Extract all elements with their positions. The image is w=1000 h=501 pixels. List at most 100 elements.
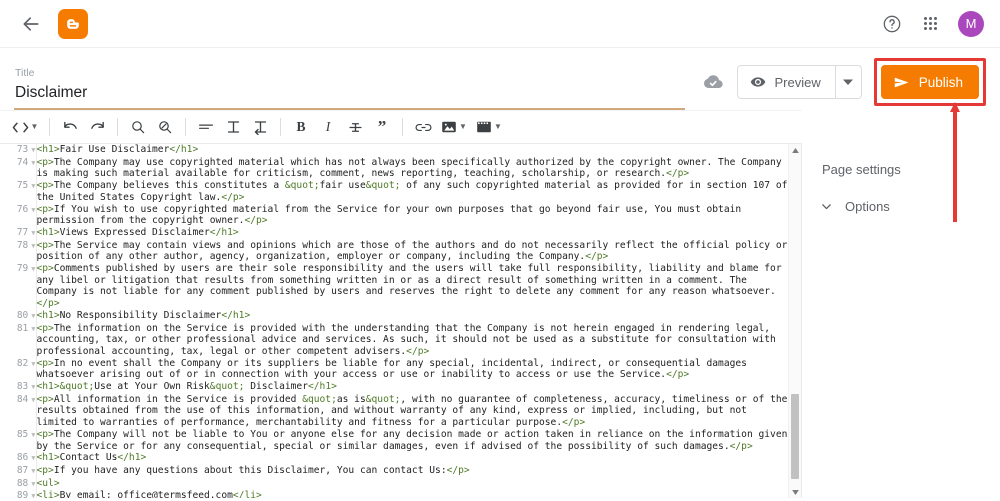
fold-toggle-icon[interactable]: ▼ xyxy=(31,229,35,237)
quote-icon: ” xyxy=(377,117,387,136)
code-line-content[interactable]: <p>All information in the Service is pro… xyxy=(36,394,789,429)
sidebar-item-options[interactable]: Options xyxy=(820,193,980,219)
line-number[interactable]: 77 ▼ xyxy=(0,226,37,240)
line-number[interactable]: 73 ▼ xyxy=(0,144,37,157)
code-line-content[interactable]: <h1>Fair Use Disclaimer</h1> xyxy=(36,144,789,157)
preview-button[interactable]: Preview xyxy=(738,66,834,98)
html-view-dropdown[interactable]: ▼ xyxy=(8,114,42,140)
code-line-content[interactable]: <p>In no event shall the Company or its … xyxy=(36,358,789,381)
fold-toggle-icon[interactable]: ▼ xyxy=(31,360,35,368)
preview-dropdown-button[interactable] xyxy=(834,66,861,98)
line-number[interactable]: 76 ▼ xyxy=(0,203,37,227)
title-row: Title Disclaimer Preview Publish xyxy=(0,48,1000,110)
fold-toggle-icon[interactable]: ▼ xyxy=(31,312,35,320)
line-number[interactable]: 74 ▼ xyxy=(0,156,37,181)
line-number[interactable]: 84 ▼ xyxy=(0,393,37,429)
code-line-content[interactable]: <p>Comments published by users are their… xyxy=(36,263,789,310)
code-scroll-area[interactable]: 73 ▼ <h1>Fair Use Disclaimer</h1> 74 ▼ <p>The… xyxy=(0,144,789,498)
chevron-down-icon xyxy=(820,200,833,213)
code-line-content[interactable]: <li>By email: office@termsfeed.com</li> xyxy=(36,490,789,498)
image-button[interactable]: ▼ xyxy=(437,114,471,140)
toolbar-divider xyxy=(117,118,118,136)
line-number[interactable]: 88 ▼ xyxy=(0,477,37,491)
code-line-content[interactable]: <h1>Views Expressed Disclaimer</h1> xyxy=(36,227,789,240)
blogger-b-icon xyxy=(67,18,79,29)
undo-button[interactable] xyxy=(57,114,83,140)
google-apps-button[interactable] xyxy=(912,6,948,42)
caret-down-icon xyxy=(843,77,854,87)
code-lines-body: 73 ▼ <h1>Fair Use Disclaimer</h1> 74 ▼ <p>The… xyxy=(0,144,789,498)
scroll-down-arrow[interactable] xyxy=(789,486,801,498)
fold-toggle-icon[interactable]: ▼ xyxy=(31,467,35,475)
fold-toggle-icon[interactable]: ▼ xyxy=(31,182,35,190)
find-replace-button[interactable] xyxy=(152,114,178,140)
fold-toggle-icon[interactable]: ▼ xyxy=(31,396,35,404)
strikethrough-button[interactable] xyxy=(342,114,368,140)
fold-toggle-icon[interactable]: ▼ xyxy=(31,492,35,498)
code-line-content[interactable]: <p>If You wish to use copyrighted materi… xyxy=(36,204,789,227)
redo-button[interactable] xyxy=(84,114,110,140)
italic-button[interactable]: I xyxy=(315,114,341,140)
indent-ltr-button[interactable] xyxy=(220,114,246,140)
title-input[interactable]: Disclaimer xyxy=(14,81,686,110)
publish-button[interactable]: Publish xyxy=(880,65,979,99)
code-line-content[interactable]: <p>The Service may contain views and opi… xyxy=(36,240,789,263)
code-line: 88 ▼ <ul> xyxy=(0,477,789,491)
code-line: 75 ▼ <p>The Company believes this constitu… xyxy=(0,180,789,204)
code-line-content[interactable]: <ul> xyxy=(36,478,789,491)
arrow-left-icon xyxy=(21,14,41,34)
fold-toggle-icon[interactable]: ▼ xyxy=(31,480,35,488)
fold-toggle-icon[interactable]: ▼ xyxy=(31,383,35,391)
code-line-content[interactable]: <p>The Company will not be liable to You… xyxy=(36,429,789,452)
fold-toggle-icon[interactable]: ▼ xyxy=(31,206,35,214)
line-number[interactable]: 89 ▼ xyxy=(0,490,37,498)
blogger-logo[interactable] xyxy=(58,8,88,39)
scrollbar-track[interactable] xyxy=(789,156,801,486)
code-line-content[interactable]: <h1>&quot;Use at Your Own Risk&quot; Dis… xyxy=(36,381,789,394)
fold-toggle-icon[interactable]: ▼ xyxy=(31,159,35,167)
line-number[interactable]: 79 ▼ xyxy=(0,263,37,310)
line-number[interactable]: 85 ▼ xyxy=(0,428,37,453)
code-line: 87 ▼ <p>If you have any questions about th… xyxy=(0,464,789,478)
line-number[interactable]: 81 ▼ xyxy=(0,322,37,358)
indent-rtl-button[interactable] xyxy=(247,114,273,140)
editor-vertical-scrollbar[interactable] xyxy=(788,144,801,498)
apps-grid-icon xyxy=(923,17,937,30)
code-line-content[interactable]: <p>The information on the Service is pro… xyxy=(36,323,789,358)
scrollbar-thumb[interactable] xyxy=(791,393,799,480)
find-button[interactable] xyxy=(125,114,151,140)
code-line: 82 ▼ <p>In no event shall the Company or i… xyxy=(0,357,789,382)
avatar[interactable]: M xyxy=(958,10,984,37)
code-line-content[interactable]: <h1>No Responsibility Disclaimer</h1> xyxy=(36,310,789,323)
help-button[interactable] xyxy=(874,6,910,42)
code-line-content[interactable]: <h1>Contact Us</h1> xyxy=(36,452,789,465)
code-line-content[interactable]: <p>The Company believes this constitutes… xyxy=(36,180,789,203)
line-number[interactable]: 87 ▼ xyxy=(0,464,37,478)
fold-toggle-icon[interactable]: ▼ xyxy=(31,242,35,250)
chevron-down-icon: ▼ xyxy=(459,122,467,131)
fold-toggle-icon[interactable]: ▼ xyxy=(31,325,35,333)
fold-toggle-icon[interactable]: ▼ xyxy=(31,454,35,462)
video-button[interactable]: ▼ xyxy=(472,114,506,140)
code-line-content[interactable]: <p>If you have any questions about this … xyxy=(36,465,789,478)
line-number[interactable]: 82 ▼ xyxy=(0,357,37,382)
line-number[interactable]: 86 ▼ xyxy=(0,452,37,465)
align-button[interactable] xyxy=(193,114,219,140)
page-settings-sidebar: Page settings Options xyxy=(802,144,1000,498)
sidebar-item-label: Options xyxy=(845,198,890,214)
line-number[interactable]: 83 ▼ xyxy=(0,381,37,394)
bold-button[interactable]: B xyxy=(288,114,314,140)
link-button[interactable] xyxy=(410,114,436,140)
code-line-content[interactable]: <p>The Company may use copyrighted mater… xyxy=(36,157,789,180)
line-number[interactable]: 80 ▼ xyxy=(0,309,37,323)
quote-button[interactable]: ” xyxy=(369,114,395,140)
back-button[interactable] xyxy=(14,7,48,41)
fold-toggle-icon[interactable]: ▼ xyxy=(31,265,35,273)
title-field[interactable]: Title Disclaimer xyxy=(14,66,686,110)
line-number[interactable]: 75 ▼ xyxy=(0,180,37,204)
fold-toggle-icon[interactable]: ▼ xyxy=(31,146,35,154)
scroll-up-arrow[interactable] xyxy=(789,144,801,156)
line-number[interactable]: 78 ▼ xyxy=(0,239,37,264)
html-code-editor[interactable]: 73 ▼ <h1>Fair Use Disclaimer</h1> 74 ▼ <p>The… xyxy=(0,144,802,498)
fold-toggle-icon[interactable]: ▼ xyxy=(31,431,35,439)
